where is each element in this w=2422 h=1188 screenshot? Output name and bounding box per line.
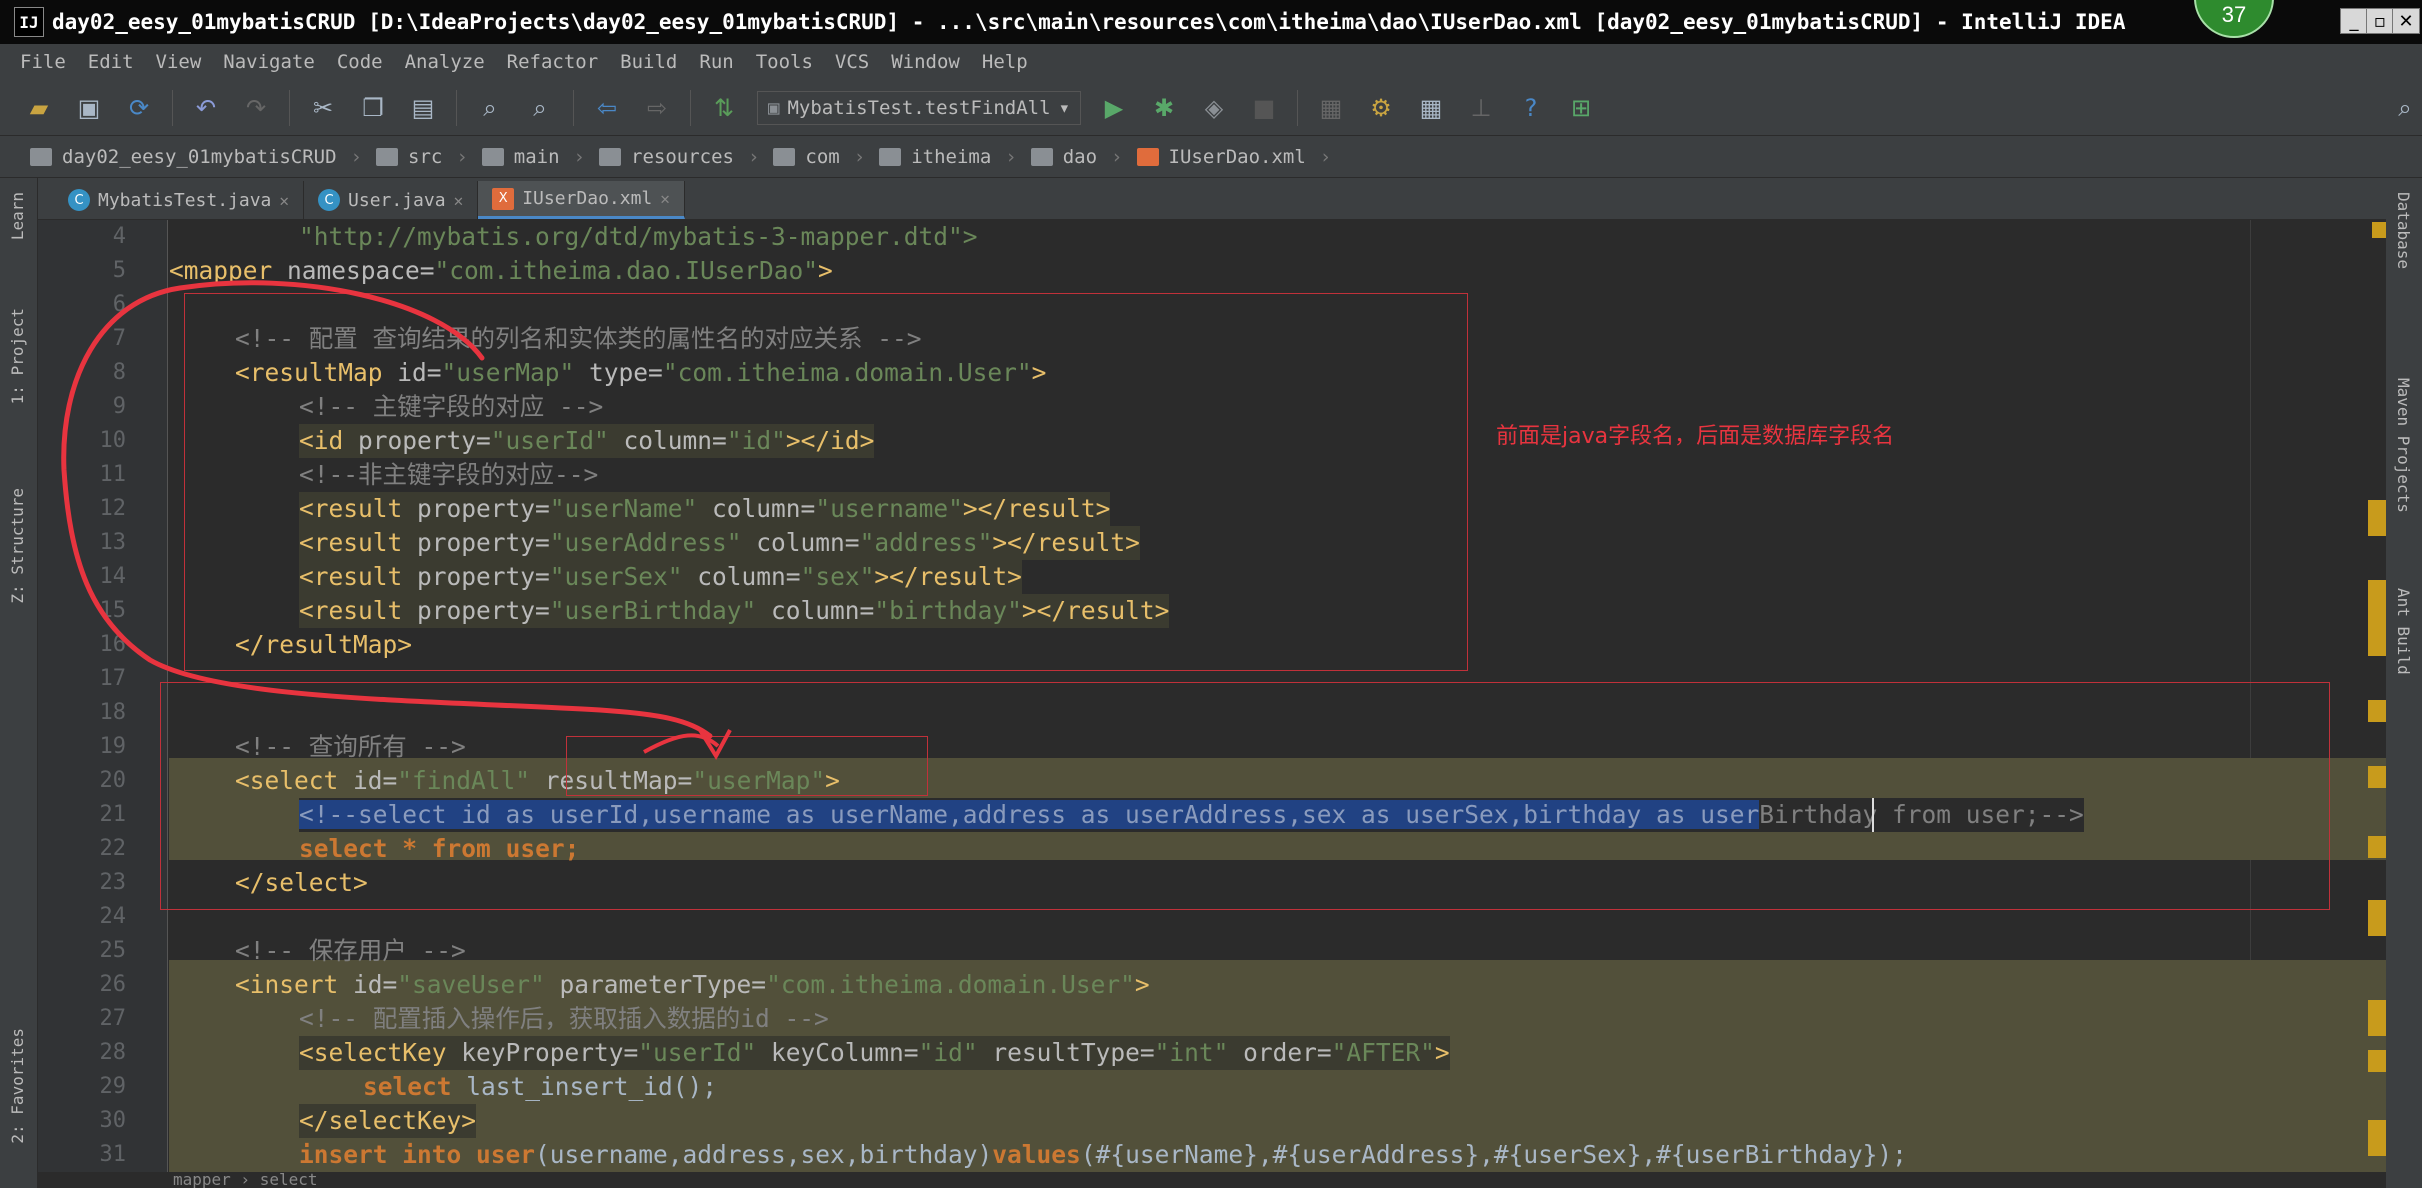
annotation-arrow xyxy=(61,280,732,761)
ide-window: { "window": { "title": "day02_eesy_01myb… xyxy=(0,0,2422,1188)
editor-breadcrumb[interactable]: mapper › select xyxy=(169,1172,2386,1188)
